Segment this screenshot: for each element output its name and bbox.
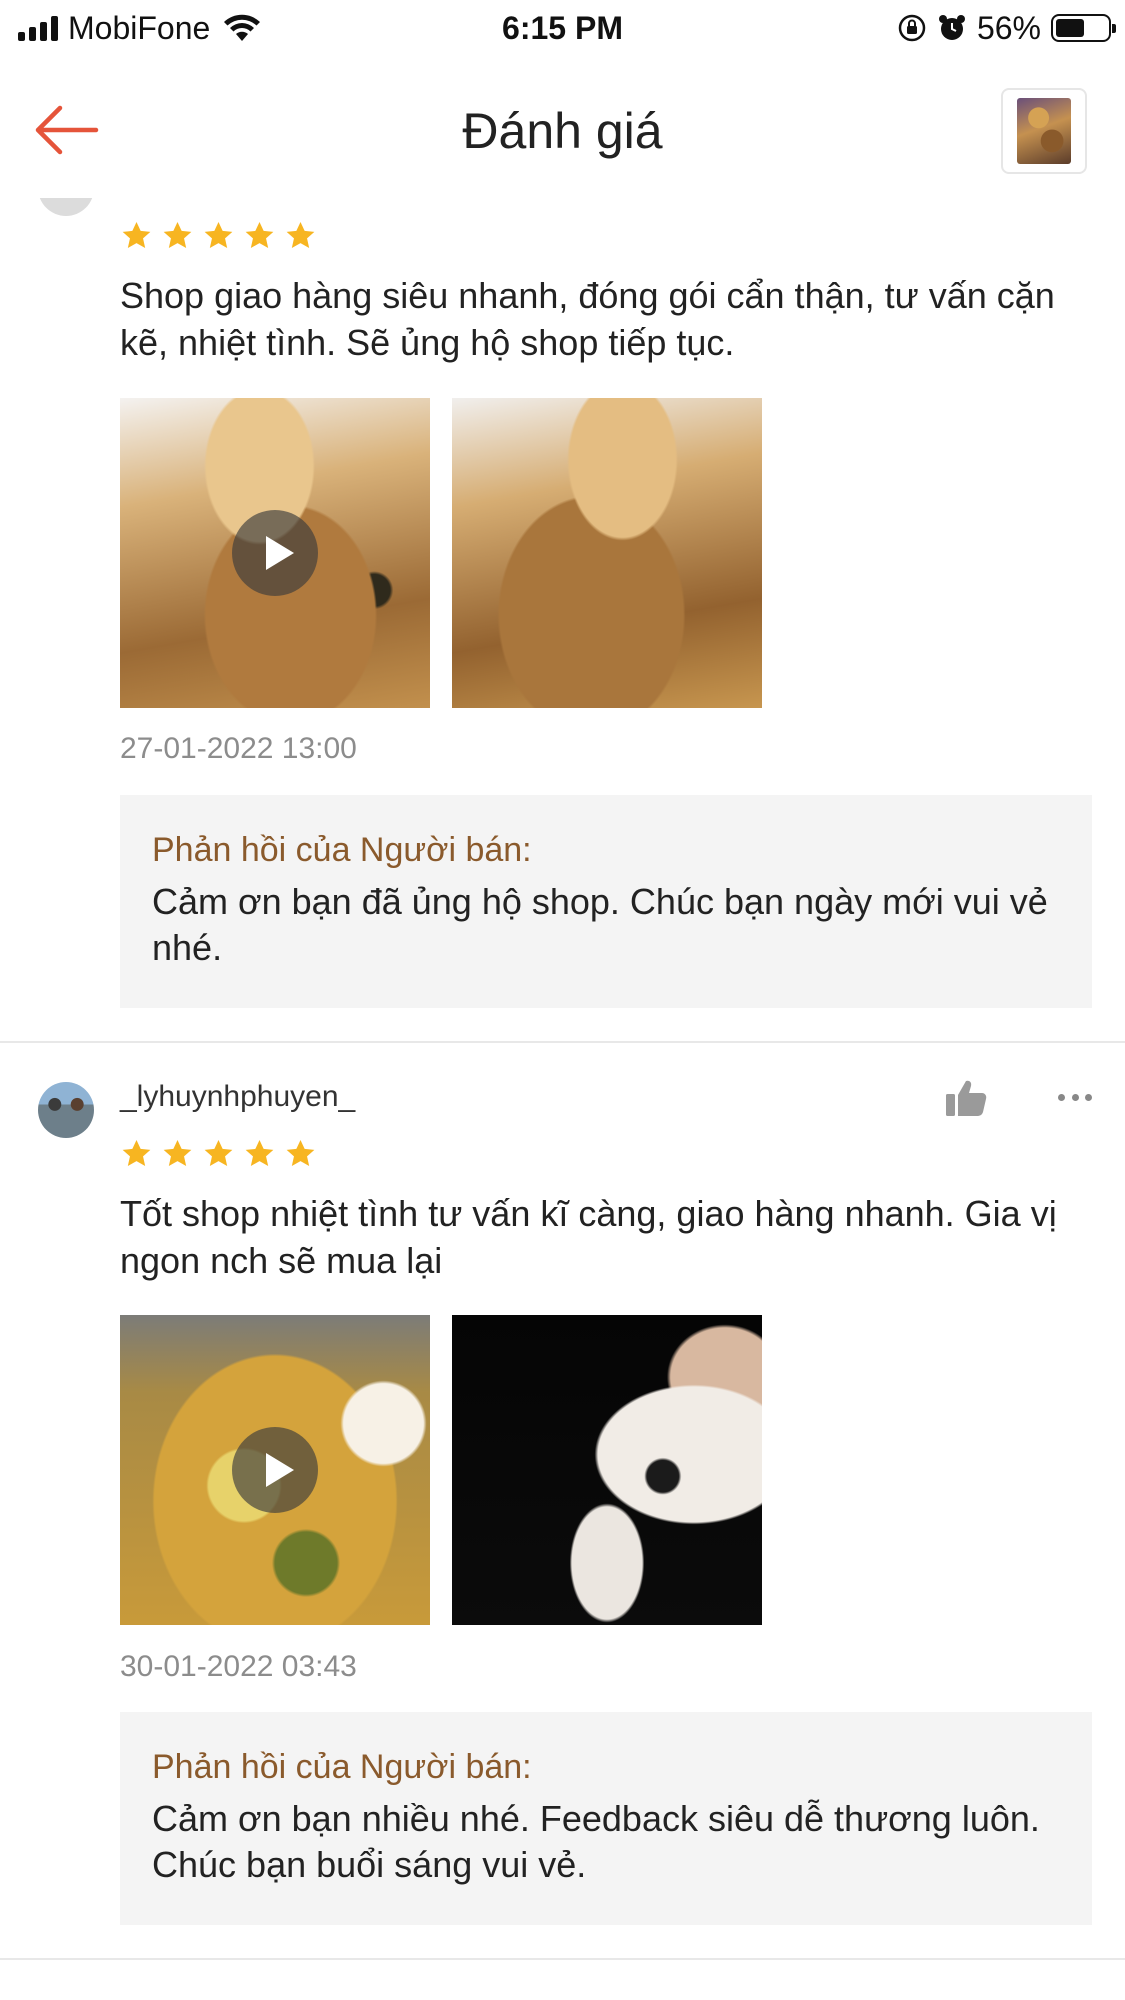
- seller-reply-text: Cảm ơn bạn nhiều nhé. Feedback siêu dễ t…: [152, 1798, 1040, 1885]
- alarm-icon: [938, 15, 965, 40]
- rating-stars: [120, 1138, 317, 1170]
- review-text: Shop giao hàng siêu nhanh, đóng gói cẩn …: [120, 275, 1055, 363]
- star-icon: [163, 222, 192, 248]
- star-icon: [204, 222, 233, 248]
- thumbs-up-icon[interactable]: [944, 1078, 988, 1118]
- status-right: 56%: [897, 8, 1116, 48]
- seller-reply: Phản hồi của Người bán: Cảm ơn bạn nhiều…: [120, 1712, 1092, 1925]
- review-divider: [0, 1958, 1125, 1960]
- star-icon: [286, 1140, 315, 1166]
- play-icon[interactable]: [232, 1427, 318, 1513]
- review-image[interactable]: [452, 398, 762, 708]
- review-media: [120, 398, 762, 708]
- product-thumbnail[interactable]: [1001, 88, 1087, 174]
- seller-reply: Phản hồi của Người bán: Cảm ơn bạn đã ủn…: [120, 795, 1092, 1008]
- review-divider: [0, 1041, 1125, 1043]
- more-options-icon[interactable]: [1058, 1094, 1092, 1104]
- seller-reply-label: Phản hồi của Người bán:: [152, 831, 532, 869]
- review-text: Tốt shop nhiệt tình tư vấn kĩ càng, giao…: [120, 1193, 1057, 1281]
- review-timestamp: 27-01-2022 13:00: [120, 732, 357, 765]
- page-title: Đánh giá: [462, 103, 663, 159]
- battery-icon: [1051, 14, 1116, 42]
- orientation-lock-icon: [898, 14, 926, 42]
- seller-reply-label: Phản hồi của Người bán:: [152, 1748, 532, 1786]
- product-image: [1017, 98, 1071, 164]
- star-icon: [245, 222, 274, 248]
- review-video-thumbnail[interactable]: [120, 398, 430, 708]
- star-icon: [245, 1140, 274, 1166]
- star-icon: [204, 1140, 233, 1166]
- seller-reply-text: Cảm ơn bạn đã ủng hộ shop. Chúc bạn ngày…: [152, 881, 1048, 968]
- reviewer-username[interactable]: _lyhuynhphuyen_: [120, 1080, 355, 1114]
- star-icon: [122, 1140, 151, 1166]
- avatar[interactable]: [38, 1082, 94, 1138]
- review-video-thumbnail[interactable]: [120, 1315, 430, 1625]
- status-bar: MobiFone 6:15 PM 56%: [0, 0, 1125, 60]
- review-media: [120, 1315, 762, 1625]
- navigation-header: Đánh giá: [0, 60, 1125, 200]
- battery-percent: 56%: [976, 9, 1041, 46]
- star-icon: [122, 222, 151, 248]
- play-icon[interactable]: [232, 510, 318, 596]
- star-icon: [286, 222, 315, 248]
- review-timestamp: 30-01-2022 03:43: [120, 1650, 357, 1683]
- rating-stars: [120, 220, 317, 252]
- review-image[interactable]: [452, 1315, 762, 1625]
- star-icon: [163, 1140, 192, 1166]
